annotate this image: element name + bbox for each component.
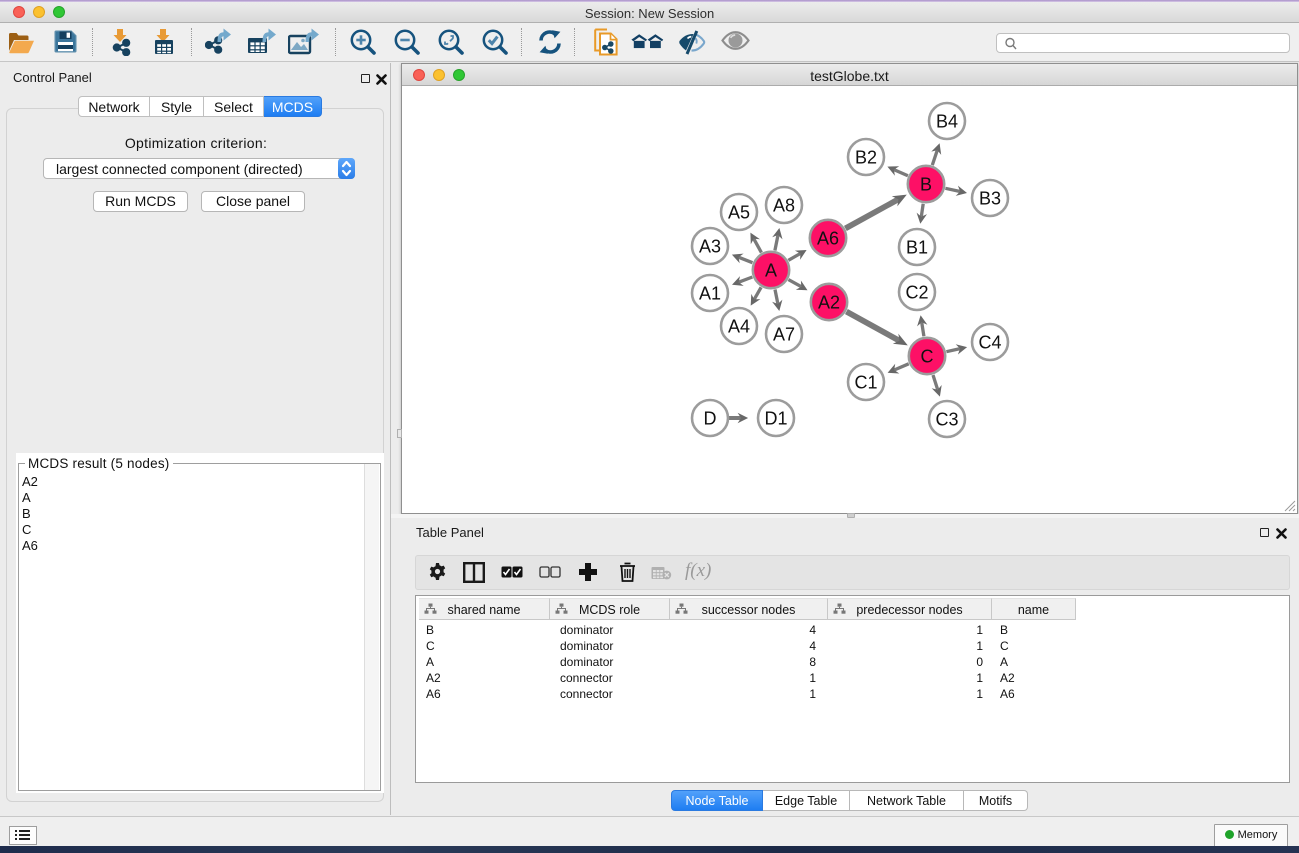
svg-text:C4: C4 <box>978 333 1001 353</box>
svg-text:B4: B4 <box>936 112 958 132</box>
svg-text:B1: B1 <box>906 238 928 258</box>
svg-text:B: B <box>920 175 932 195</box>
svg-text:A7: A7 <box>773 325 795 345</box>
svg-text:A: A <box>765 261 777 281</box>
svg-text:A2: A2 <box>818 293 840 313</box>
svg-text:C1: C1 <box>854 373 877 393</box>
svg-text:D1: D1 <box>764 409 787 429</box>
svg-text:C3: C3 <box>935 410 958 430</box>
svg-text:A5: A5 <box>728 203 750 223</box>
svg-text:C: C <box>921 347 934 367</box>
svg-text:B3: B3 <box>979 189 1001 209</box>
svg-text:A1: A1 <box>699 284 721 304</box>
svg-text:A4: A4 <box>728 317 750 337</box>
svg-text:B2: B2 <box>855 148 877 168</box>
svg-text:A3: A3 <box>699 237 721 257</box>
svg-text:A6: A6 <box>817 229 839 249</box>
svg-text:C2: C2 <box>905 283 928 303</box>
svg-text:D: D <box>704 409 717 429</box>
svg-text:A8: A8 <box>773 196 795 216</box>
